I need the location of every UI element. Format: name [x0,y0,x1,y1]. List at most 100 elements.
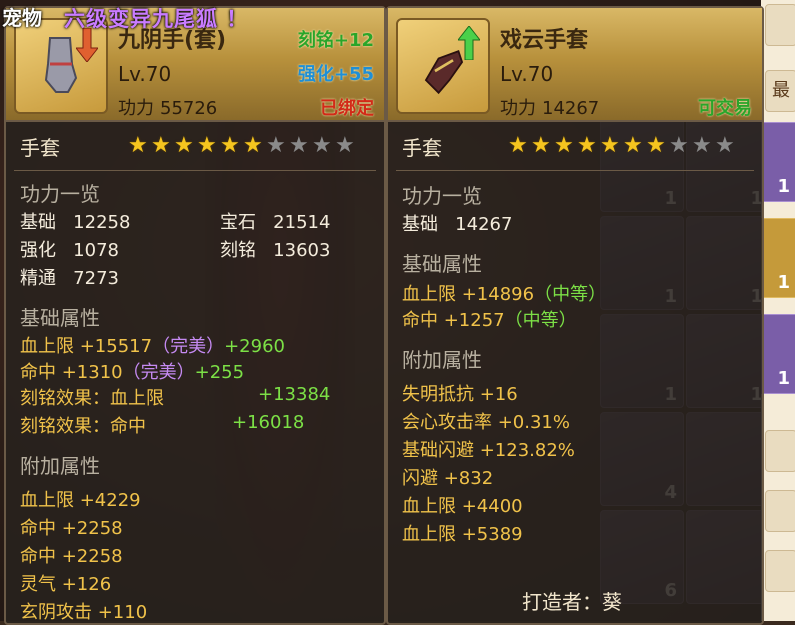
power-label: 功力 [500,98,536,119]
overview-stat: 基础 12258 [20,208,130,234]
stat-label: 基础 [20,212,56,233]
attr-text: 命中 +1310 [20,362,123,383]
item-name: 戏云手套 [500,28,589,53]
star-empty-icon: ★ [289,133,309,158]
star-empty-icon: ★ [692,133,712,158]
side-item[interactable]: 1 [761,314,795,394]
side-tab[interactable] [765,550,795,592]
side-tab[interactable] [765,430,795,472]
star-filled-icon: ★ [174,133,194,158]
section-title: 功力一览 [402,184,482,208]
extra-attribute: 命中 +2258 [20,546,123,567]
star-filled-icon: ★ [243,133,263,158]
extra-attribute: 灵气 +126 [20,574,112,595]
extra-attribute: 血上限 +5389 [402,524,523,545]
power-value: 14267 [542,98,600,119]
star-rating: ★ ★ ★ ★ ★ ★ ★ ★ ★ ★ [508,133,735,158]
stat-value: 7273 [73,268,119,289]
star-filled-icon: ★ [197,133,217,158]
pet-name: 六级变异九尾狐 ！ [64,7,249,31]
item-count: 1 [777,368,790,389]
attr-text: 刻铭效果：命中 [20,416,146,437]
divider [396,170,754,171]
star-rating: ★ ★ ★ ★ ★ ★ ★ ★ ★ ★ [128,133,355,158]
side-column: 最 1 1 1 [761,0,795,621]
star-empty-icon: ★ [266,133,286,158]
star-filled-icon: ★ [577,133,597,158]
overview-stat: 强化 1078 [20,236,119,262]
engrave-level: 刻铭+12 [297,30,374,51]
star-empty-icon: ★ [312,133,332,158]
star-filled-icon: ★ [220,133,240,158]
base-attribute: 血上限 +15517（完美）+2960 [20,332,285,358]
star-filled-icon: ★ [151,133,171,158]
star-filled-icon: ★ [646,133,666,158]
star-filled-icon: ★ [531,133,551,158]
base-attribute: 命中 +1257（中等） [402,306,577,332]
attr-text: 血上限 +15517 [20,336,153,357]
down-arrow-icon [76,28,98,62]
extra-attribute: 血上限 +4229 [20,490,141,511]
up-arrow-icon [458,26,480,60]
star-empty-icon: ★ [715,133,735,158]
attr-quality: （完美） [122,362,195,383]
extra-attribute: 血上限 +4400 [402,496,523,517]
star-filled-icon: ★ [128,133,148,158]
overview-stat: 精通 7273 [20,264,119,290]
attr-quality: （中等） [534,284,607,305]
item-slot-type: 手套 [402,136,442,160]
star-filled-icon: ★ [508,133,528,158]
stat-label: 基础 [402,214,438,235]
trade-status: 可交易 [698,98,752,119]
divider [14,170,376,171]
power-label: 功力 [118,98,154,119]
base-attribute: 血上限 +14896（中等） [402,280,606,306]
item-level: Lv.70 [118,62,172,86]
overview-stat: 刻铭 13603 [220,236,330,262]
overview-stat: 基础 14267 [402,210,512,236]
attr-quality: （完美） [152,336,225,357]
attr-bonus: +2960 [224,336,285,357]
stat-value: 1078 [73,240,119,261]
stat-label: 刻铭 [220,240,256,261]
item-slot-type: 手套 [20,136,60,160]
compared-item-tooltip: 戏云手套 Lv.70 功力 14267 可交易 手套 ★ ★ ★ ★ ★ ★ ★ ★ ★ ★ 功力一… [386,6,764,625]
side-tab-label[interactable]: 最 [765,70,795,112]
stat-value: 14267 [455,214,513,235]
extra-attribute: 会心攻击率 +0.31% [402,412,570,433]
stat-value: 13603 [273,240,331,261]
engrave-effect-value: +16018 [232,412,305,433]
side-item[interactable]: 1 [761,218,795,298]
strengthen-level: 强化+55 [297,64,374,85]
item-level: Lv.70 [500,62,554,86]
power-value: 55726 [160,98,218,119]
extra-attribute: 命中 +2258 [20,518,123,539]
base-attribute: 命中 +1310（完美）+255 [20,358,244,384]
item-icon[interactable] [396,18,490,114]
engrave-effect-value: +13384 [258,384,331,405]
engrave-effect: 刻铭效果：血上限 [20,384,164,410]
stat-label: 精通 [20,268,56,289]
attr-text: 刻铭效果：血上限 [20,388,164,409]
maker-credit: 打造者：葵 [522,590,622,614]
item-count: 1 [777,272,790,293]
side-item[interactable]: 1 [761,122,795,202]
engrave-effect: 刻铭效果：命中 [20,412,146,438]
equipped-item-tooltip: 九阴手(套) Lv.70 功力 55726 刻铭+12 强化+55 已绑定 手套 … [4,6,386,625]
attr-bonus: +255 [194,362,245,383]
side-tab[interactable] [765,4,795,46]
stat-value: 21514 [273,212,331,233]
extra-attribute: 玄阴攻击 +110 [20,602,148,623]
star-empty-icon: ★ [669,133,689,158]
star-empty-icon: ★ [335,133,355,158]
attr-text: 命中 +1257 [402,310,505,331]
stat-label: 强化 [20,240,56,261]
stat-value: 12258 [73,212,131,233]
side-tab[interactable] [765,490,795,532]
section-title: 基础属性 [20,306,100,330]
item-count: 1 [777,176,790,197]
pet-tag: 宠物 [2,6,42,30]
bind-status: 已绑定 [320,98,374,119]
extra-attribute: 闪避 +832 [402,468,494,489]
star-filled-icon: ★ [554,133,574,158]
